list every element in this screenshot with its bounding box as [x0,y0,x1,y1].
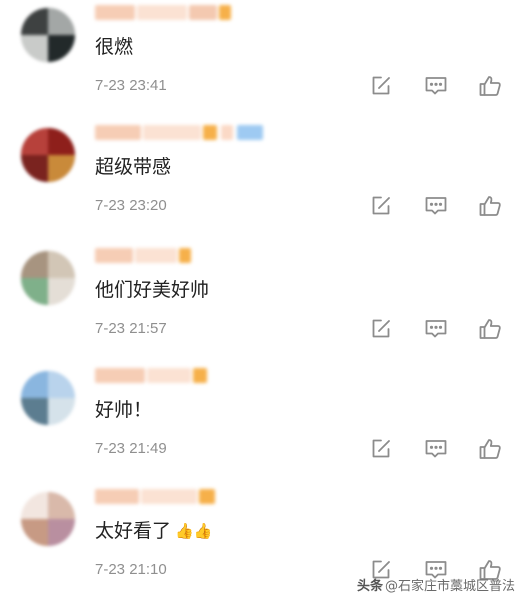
thumbs-up-emoji: 👍👍 [175,522,213,540]
avatar[interactable] [21,8,75,62]
like-button[interactable] [477,316,503,342]
avatar[interactable] [21,371,75,425]
comment-time: 7-23 21:49 [95,440,167,457]
watermark-account: @石家庄市藁城区普法 [384,579,515,594]
thumbs-up-icon [479,196,501,216]
comment-icon [425,320,447,338]
comment-text: 很燃 [95,36,134,58]
comment-button[interactable] [423,73,449,99]
comment-time: 7-23 21:10 [95,561,167,578]
comment-time: 7-23 23:20 [95,197,167,214]
comment-time: 7-23 21:57 [95,320,167,337]
watermark-platform: 头条 [356,579,383,594]
username-blurred[interactable] [95,367,265,385]
repost-icon [372,439,390,458]
comment-text: 超级带感 [95,156,172,178]
comment-item: 很燃 7-23 23:41 [0,0,527,120]
like-button[interactable] [477,436,503,462]
comment-item: 超级带感 7-23 23:20 [0,120,527,240]
comment-item: 他们好美好帅 7-23 21:57 [0,243,527,363]
like-button[interactable] [477,73,503,99]
thumbs-up-icon [479,76,501,96]
username-blurred[interactable] [95,124,265,142]
repost-button[interactable] [368,436,394,462]
repost-icon [372,319,390,338]
avatar[interactable] [21,128,75,182]
repost-icon [372,76,390,95]
thumbs-up-icon [479,319,501,339]
thumbs-up-icon [479,439,501,459]
repost-button[interactable] [368,193,394,219]
username-blurred[interactable] [95,247,265,265]
comment-icon [425,77,447,95]
comment-text: 他们好美好帅 [95,279,210,301]
repost-button[interactable] [368,316,394,342]
like-button[interactable] [477,193,503,219]
comment-icon [425,197,447,215]
repost-button[interactable] [368,73,394,99]
comment-time: 7-23 23:41 [95,77,167,94]
comment-item: 好帅！ 7-23 21:49 [0,363,527,483]
watermark: 头条 @石家庄市藁城区普法 [357,575,515,594]
comment-icon [425,440,447,458]
comment-button[interactable] [423,436,449,462]
repost-icon [372,196,390,215]
comment-button[interactable] [423,316,449,342]
avatar[interactable] [21,251,75,305]
avatar[interactable] [21,492,75,546]
username-blurred[interactable] [95,4,265,22]
username-blurred[interactable] [95,488,265,506]
comment-text: 太好看了 👍👍 [95,520,213,542]
comment-button[interactable] [423,193,449,219]
comment-text: 好帅！ [95,399,153,421]
